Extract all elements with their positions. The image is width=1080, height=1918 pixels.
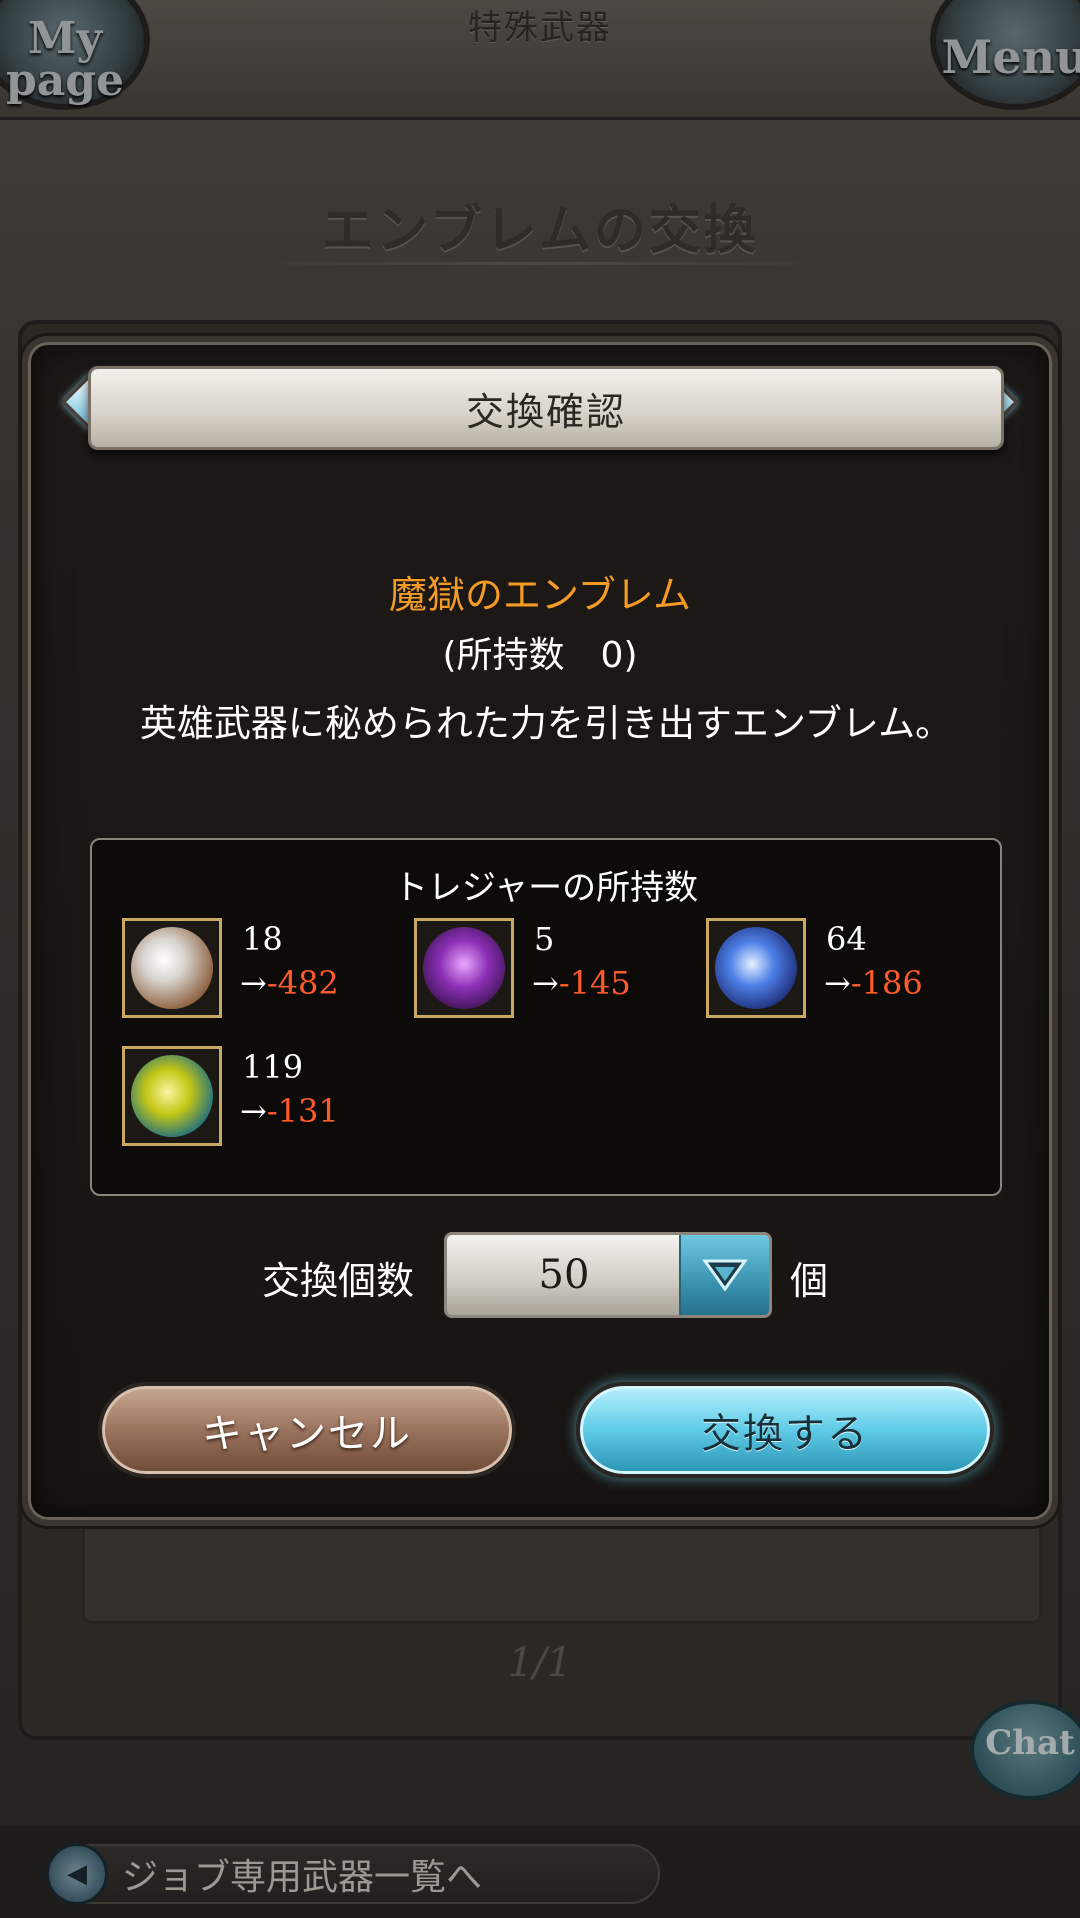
treasure-panel-title: トレジャーの所持数: [393, 868, 699, 908]
quantity-row: 交換個数 50 個: [28, 1232, 1052, 1318]
quantity-value: 50: [538, 1252, 590, 1298]
owned-count: (所持数 0): [442, 635, 638, 676]
dialog-title: 交換確認: [88, 366, 1004, 450]
treasure-item: 64 →-186: [706, 918, 966, 1028]
yellow-orb-icon: [122, 1046, 222, 1146]
treasure-panel: トレジャーの所持数 18 →-482 5 →-145 64 →-186 119 …: [90, 838, 1002, 1196]
cancel-button[interactable]: キャンセル: [98, 1382, 516, 1478]
purple-crystal-icon: [414, 918, 514, 1018]
treasure-item: 5 →-145: [414, 918, 674, 1028]
treasure-after: →-482: [240, 964, 339, 1002]
quantity-select[interactable]: 50: [444, 1232, 772, 1318]
treasure-quantity: 5: [534, 920, 555, 958]
treasure-item: 18 →-482: [122, 918, 382, 1028]
treasure-quantity: 119: [242, 1048, 304, 1086]
treasure-quantity: 18: [242, 920, 283, 958]
treasure-after: →-186: [824, 964, 923, 1002]
emblem-name: 魔獄のエンブレム: [388, 573, 692, 617]
white-orb-icon: [122, 918, 222, 1018]
quantity-label: 交換個数: [262, 1259, 415, 1303]
blue-orb-icon: [706, 918, 806, 1018]
treasure-quantity: 64: [826, 920, 867, 958]
treasure-after: →-131: [240, 1092, 339, 1130]
dropdown-arrow-icon[interactable]: [679, 1235, 769, 1315]
exchange-button[interactable]: 交換する: [576, 1382, 994, 1478]
emblem-description: 英雄武器に秘められた力を引き出すエンブレム。: [139, 702, 953, 745]
quantity-unit: 個: [790, 1259, 829, 1303]
treasure-after: →-145: [532, 964, 631, 1002]
treasure-item: 119 →-131: [122, 1046, 382, 1156]
exchange-confirm-dialog: 交換確認 魔獄のエンブレム (所持数 0) 英雄武器に秘められた力を引き出すエン…: [22, 336, 1058, 1526]
